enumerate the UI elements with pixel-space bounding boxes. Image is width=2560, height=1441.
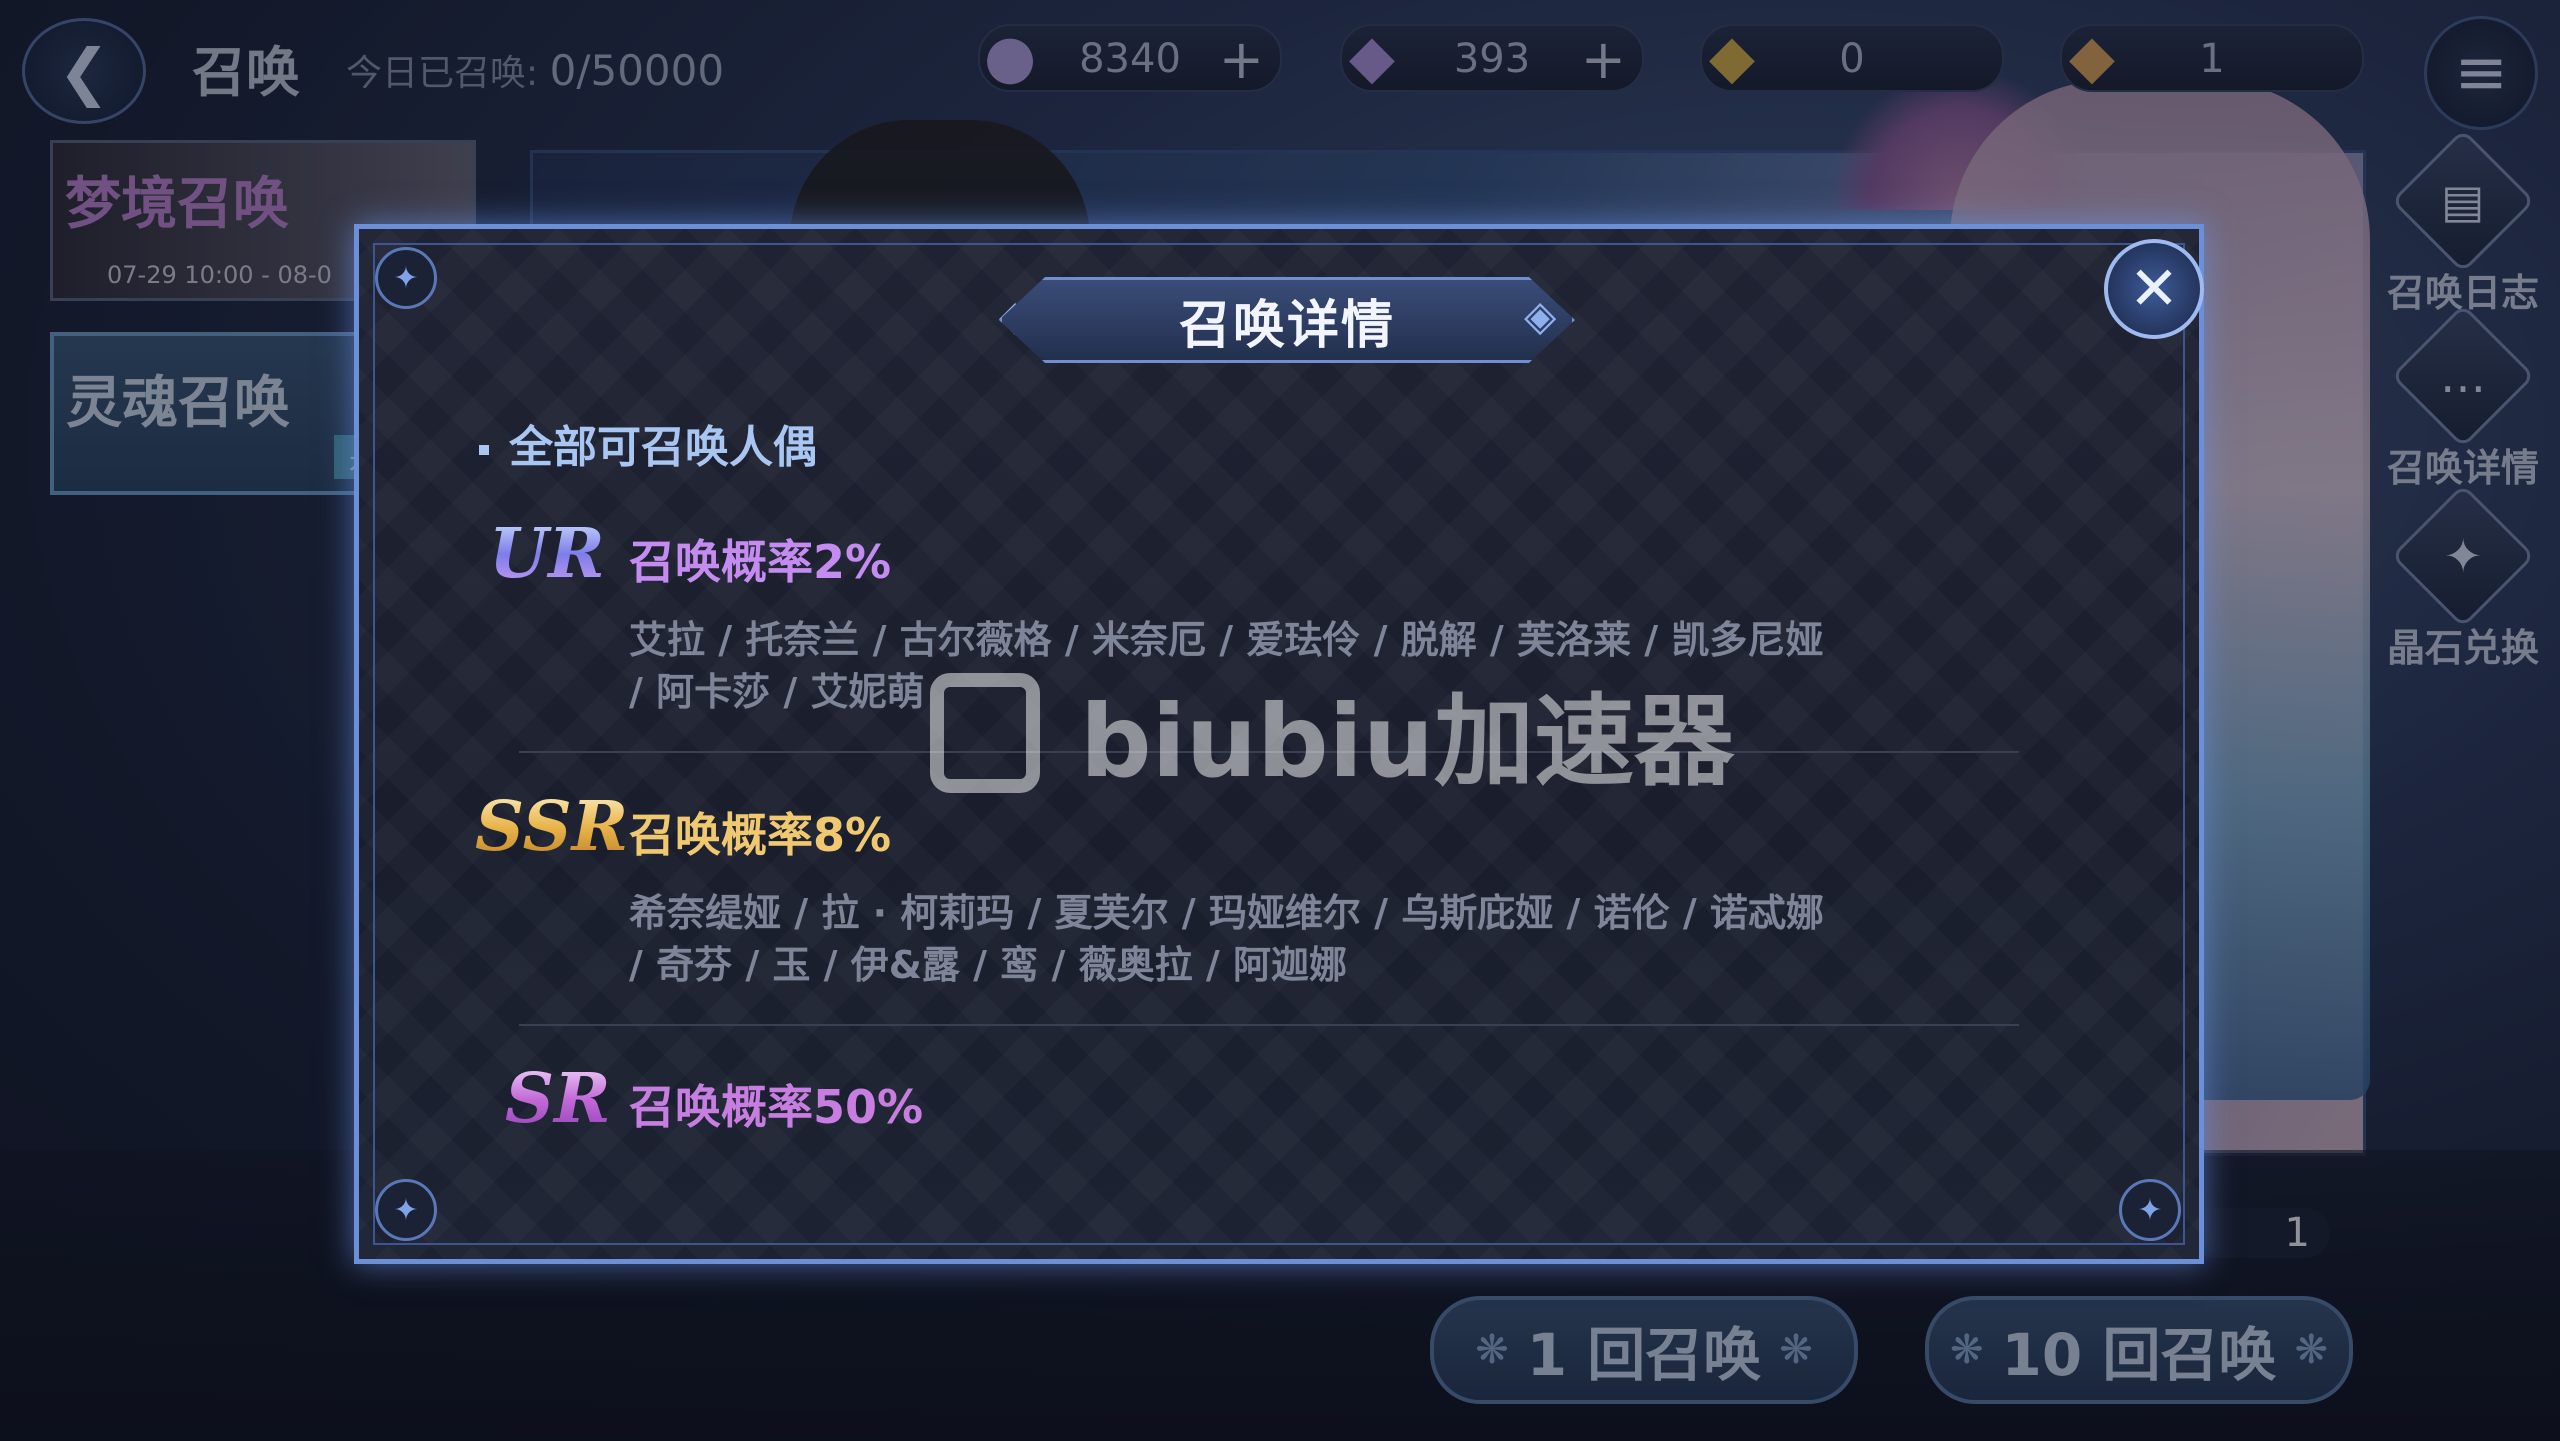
sr-rate: 召唤概率50% bbox=[629, 1080, 924, 1134]
biubiu-logo-icon bbox=[930, 672, 1040, 793]
watermark: biubiu加速器 bbox=[930, 660, 1734, 805]
ssr-rate: 召唤概率8% bbox=[629, 808, 892, 862]
ur-badge: UR bbox=[489, 514, 605, 594]
corner-ornament-icon: ✦ bbox=[2119, 1179, 2181, 1241]
ssr-badge: SSR bbox=[475, 787, 629, 867]
corner-ornament-icon: ✦ bbox=[375, 247, 437, 309]
divider bbox=[519, 1024, 2019, 1026]
modal-title: 召唤详情 bbox=[1178, 295, 1395, 356]
close-button[interactable]: ✕ bbox=[2104, 239, 2204, 339]
modal-title-bar: 召唤详情 bbox=[999, 277, 1575, 363]
bullet-icon bbox=[479, 445, 489, 455]
diamond-ornament-icon: ◈ bbox=[1524, 291, 1557, 340]
sr-badge: SR bbox=[505, 1059, 611, 1139]
ur-rate: 召唤概率2% bbox=[629, 535, 892, 589]
ssr-name-list: 希奈缇娅 / 拉 · 柯莉玛 / 夏芙尔 / 玛娅维尔 / 乌斯庇娅 / 诺伦 … bbox=[629, 891, 1824, 987]
close-icon: ✕ bbox=[2128, 254, 2180, 324]
section-heading: 全部可召唤人偶 bbox=[479, 411, 817, 475]
corner-ornament-icon: ✦ bbox=[375, 1179, 437, 1241]
